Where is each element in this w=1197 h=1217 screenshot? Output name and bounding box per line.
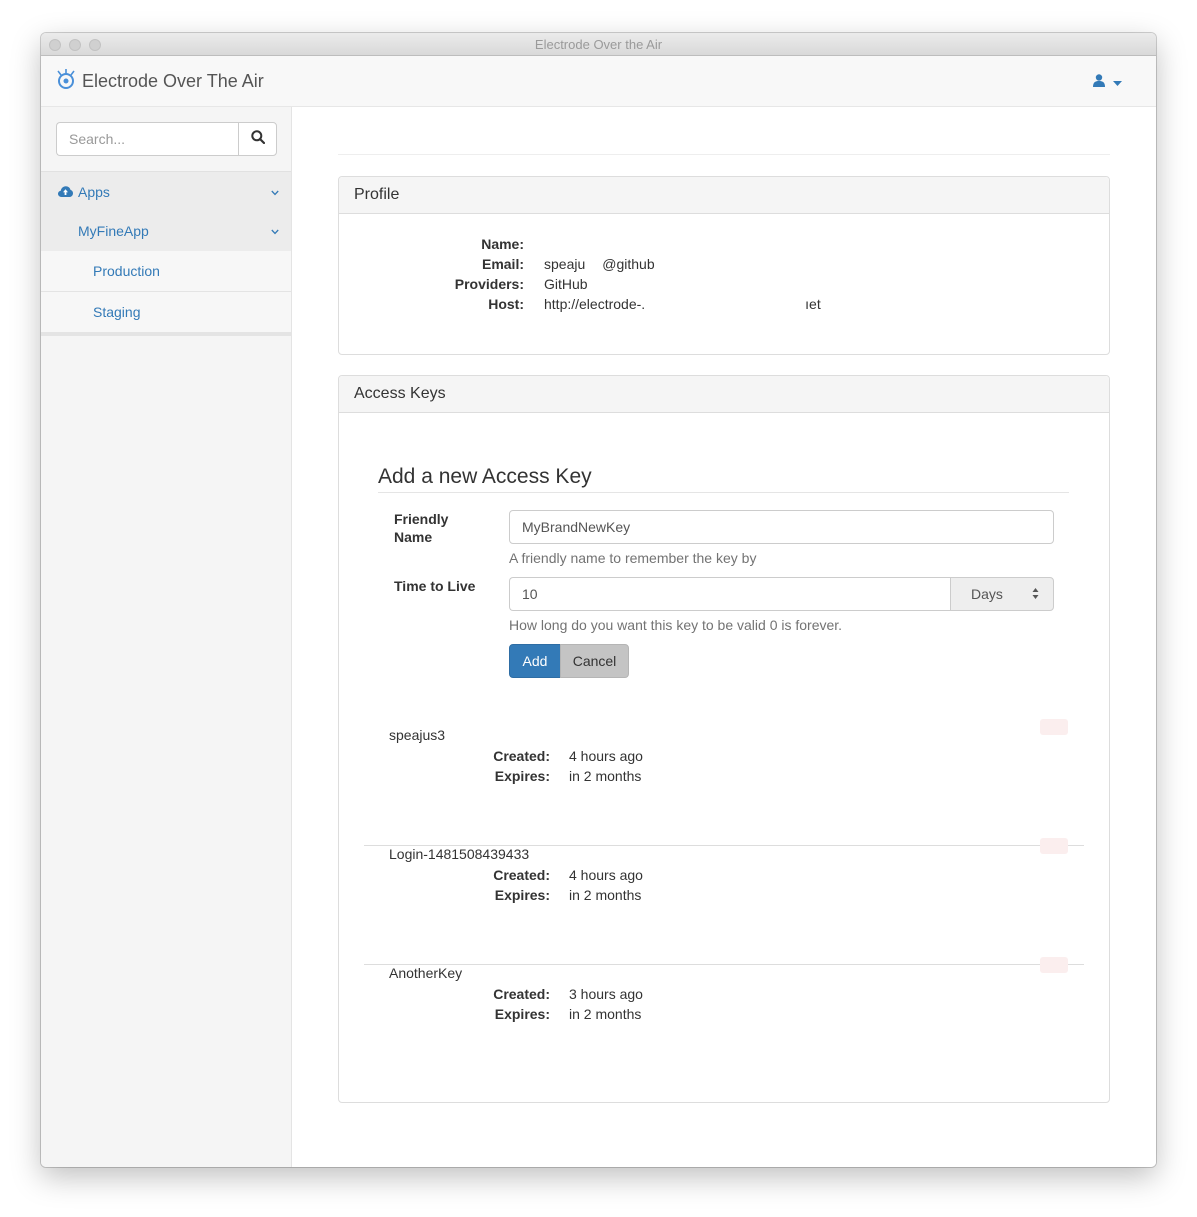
sidebar-item-label: Production (93, 263, 160, 279)
search-group (56, 122, 277, 156)
panel-title: Profile (339, 177, 1109, 214)
created-label: Created: (493, 867, 550, 883)
window-titlebar: Electrode Over the Air (41, 33, 1156, 56)
created-value: 4 hours ago (569, 748, 643, 764)
providers-label: Providers: (454, 276, 524, 292)
search-icon (250, 129, 265, 149)
host-start: http://electrode-. (544, 296, 646, 312)
key-name: Login-1481508439433 (389, 846, 530, 862)
created-label: Created: (493, 986, 550, 1002)
ttl-unit-value: Days (971, 586, 1003, 602)
zoom-window-button[interactable] (89, 39, 101, 51)
brand-name: Electrode Over The Air (82, 71, 264, 91)
minimize-window-button[interactable] (69, 39, 81, 51)
email-label: Email: (481, 256, 524, 272)
close-window-button[interactable] (49, 39, 61, 51)
friendly-name-label: Friendly Name (394, 510, 474, 546)
host-value: http://electrode-. ıet (524, 294, 821, 314)
name-label: Name: (481, 236, 524, 252)
window-title: Electrode Over the Air (534, 37, 663, 52)
panel-title: Access Keys (339, 376, 1109, 413)
ttl-input[interactable] (509, 577, 950, 611)
expires-value: in 2 months (569, 887, 642, 903)
expires-value: in 2 months (569, 1006, 642, 1022)
caret-down-icon (1113, 74, 1122, 92)
app-window: Electrode Over the Air Electrode Over Th… (41, 33, 1156, 1167)
sidebar: Apps MyFineApp Production Staging (41, 107, 292, 1167)
cancel-button[interactable]: Cancel (560, 644, 629, 678)
sidebar-item-label: Apps (78, 183, 110, 200)
host-label: Host: (488, 296, 524, 312)
created-value: 3 hours ago (569, 986, 643, 1002)
label-line: Friendly (394, 511, 449, 527)
top-navbar: Electrode Over The Air (41, 56, 1156, 107)
electrode-logo-icon (56, 68, 82, 95)
cloud-upload-icon (58, 186, 73, 197)
ttl-help: How long do you want this key to be vali… (509, 617, 843, 633)
nav-divider (41, 333, 291, 336)
created-label: Created: (493, 748, 550, 764)
expires-label: Expires: (494, 768, 550, 784)
host-end: ıet (805, 296, 821, 312)
key-details: Created: 3 hours ago Expires: in 2 months (464, 984, 643, 1024)
ttl-label: Time to Live (394, 578, 476, 594)
select-arrows-icon (1032, 587, 1039, 603)
access-keys-body: Add a new Access Key Friendly Name A fri… (339, 413, 1109, 1103)
key-name: speajus3 (389, 727, 446, 743)
name-value (524, 234, 544, 254)
access-keys-panel: Access Keys Add a new Access Key Friendl… (338, 375, 1110, 1103)
brand-link[interactable]: Electrode Over The Air (56, 56, 264, 107)
access-key-item: speajus3 Created: 4 hours ago Expires: in … (364, 719, 1084, 846)
friendly-name-help: A friendly name to remember the key by (509, 550, 757, 566)
email-value: speaju @github (524, 254, 655, 274)
delete-key-button[interactable] (1040, 957, 1068, 973)
delete-key-button[interactable] (1040, 838, 1068, 854)
sidebar-item-staging[interactable]: Staging (41, 292, 291, 333)
access-key-item: AnotherKey Created: 3 hours ago Expires: i… (364, 957, 1084, 1084)
app-nav: Apps MyFineApp Production Staging (41, 171, 291, 336)
friendly-name-input[interactable] (509, 510, 1054, 544)
created-value: 4 hours ago (569, 867, 643, 883)
profile-details: Name: Email: speaju @github Providers: Gi… (379, 234, 821, 314)
expires-label: Expires: (494, 1006, 550, 1022)
sidebar-item-apps[interactable]: Apps (41, 171, 291, 211)
access-key-item: Login-1481508439433 Created: 4 hours ago … (364, 838, 1084, 965)
add-button[interactable]: Add (509, 644, 561, 678)
sidebar-item-myfineapp[interactable]: MyFineApp (41, 211, 291, 251)
chevron-down-icon (271, 222, 279, 238)
sidebar-item-production[interactable]: Production (41, 251, 291, 292)
main-content: Profile Name: Email: speaju @github Provi… (292, 107, 1156, 1167)
email-domain: @github (602, 256, 655, 272)
profile-panel: Profile Name: Email: speaju @github Provi… (338, 176, 1110, 355)
sidebar-item-label: MyFineApp (78, 223, 149, 239)
delete-key-button[interactable] (1040, 719, 1068, 735)
divider (338, 154, 1110, 155)
user-icon (1093, 74, 1105, 92)
label-line: Name (394, 529, 433, 545)
user-menu-dropdown[interactable] (1093, 74, 1122, 92)
add-key-title: Add a new Access Key (378, 464, 1069, 493)
key-details: Created: 4 hours ago Expires: in 2 months (464, 865, 643, 905)
key-details: Created: 4 hours ago Expires: in 2 months (464, 746, 643, 786)
email-user: speaju (544, 256, 586, 272)
chevron-down-icon (271, 183, 279, 199)
key-name: AnotherKey (389, 965, 463, 981)
expires-label: Expires: (494, 887, 550, 903)
ttl-unit-select[interactable]: Days (950, 577, 1054, 611)
search-input[interactable] (56, 122, 238, 156)
expires-value: in 2 months (569, 768, 642, 784)
sidebar-item-label: Staging (93, 304, 141, 320)
providers-value: GitHub (544, 276, 588, 292)
search-button[interactable] (238, 122, 277, 156)
